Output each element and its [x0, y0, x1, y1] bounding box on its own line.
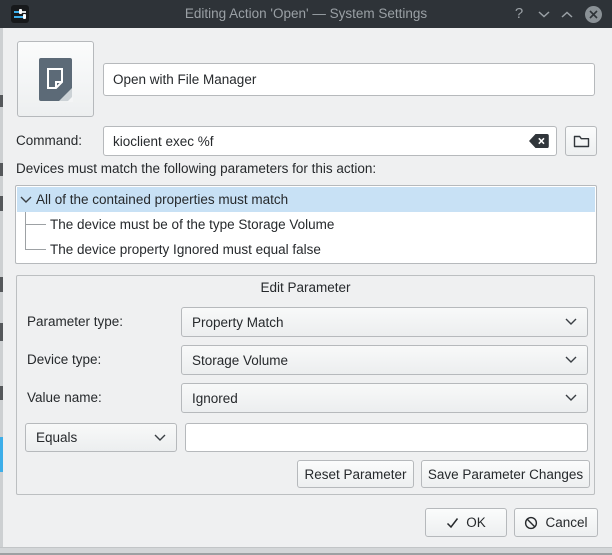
chevron-down-icon — [538, 11, 550, 18]
chevron-down-icon — [565, 318, 577, 326]
command-label: Command: — [16, 126, 82, 156]
devices-hint-text: Devices must match the following paramet… — [16, 161, 376, 176]
action-icon-button[interactable] — [17, 41, 94, 117]
value-input[interactable] — [185, 423, 588, 452]
minimize-button[interactable] — [533, 3, 555, 25]
titlebar[interactable]: Editing Action 'Open' — System Settings … — [0, 0, 612, 28]
ok-label: OK — [466, 515, 486, 530]
expander-chevron-down-icon[interactable] — [20, 196, 32, 204]
tree-root-label: All of the contained properties must mat… — [36, 187, 288, 212]
screen-edge-mark — [0, 277, 3, 292]
chevron-down-icon — [565, 394, 577, 402]
device-type-dropdown[interactable]: Storage Volume — [181, 345, 588, 375]
tree-branch-line — [25, 224, 46, 225]
screen-edge-accent — [0, 437, 3, 472]
value-name-label: Value name: — [27, 383, 102, 413]
operator-dropdown[interactable]: Equals — [25, 423, 177, 452]
screen-edge-mark — [0, 95, 3, 107]
ok-button[interactable]: OK — [425, 508, 507, 537]
tree-row-root[interactable]: All of the contained properties must mat… — [17, 187, 595, 212]
help-button[interactable]: ? — [508, 3, 530, 25]
document-icon — [39, 58, 72, 101]
command-input[interactable] — [103, 126, 557, 156]
help-icon: ? — [515, 3, 523, 25]
folder-icon — [573, 134, 590, 148]
screen-edge-mark — [0, 386, 3, 400]
tree-branch-line — [25, 249, 46, 250]
close-button[interactable] — [582, 3, 604, 25]
parameter-type-label: Parameter type: — [27, 307, 123, 337]
reset-parameter-label: Reset Parameter — [304, 467, 406, 482]
save-parameter-label: Save Parameter Changes — [428, 467, 583, 482]
action-name-input[interactable] — [103, 63, 595, 96]
tree-branch-line — [25, 212, 26, 250]
reset-parameter-button[interactable]: Reset Parameter — [297, 460, 414, 488]
checkmark-icon — [446, 517, 459, 529]
tree-row-child[interactable]: The device property Ignored must equal f… — [50, 237, 595, 262]
chevron-up-icon — [561, 11, 573, 18]
chevron-down-icon — [565, 356, 577, 364]
clear-text-icon[interactable] — [528, 133, 550, 149]
inner-page-icon — [46, 67, 65, 91]
cancel-icon — [524, 516, 538, 530]
tree-row-child[interactable]: The device must be of the type Storage V… — [50, 212, 595, 237]
device-type-value: Storage Volume — [192, 353, 288, 368]
tree-child-label: The device must be of the type Storage V… — [50, 217, 334, 232]
screen-edge-mark — [0, 163, 3, 176]
maximize-button[interactable] — [556, 3, 578, 25]
value-name-value: Ignored — [192, 391, 238, 406]
device-type-label: Device type: — [27, 345, 101, 375]
dialog-window: Editing Action 'Open' — System Settings … — [0, 0, 612, 555]
screen-edge-mark — [0, 323, 3, 341]
parameter-type-value: Property Match — [192, 315, 284, 330]
browse-file-button[interactable] — [565, 126, 597, 156]
screen-edge-mark — [0, 196, 3, 211]
value-name-dropdown[interactable]: Ignored — [181, 383, 588, 413]
tree-child-label: The device property Ignored must equal f… — [50, 242, 321, 257]
parameter-type-dropdown[interactable]: Property Match — [181, 307, 588, 337]
cancel-label: Cancel — [545, 515, 587, 530]
save-parameter-button[interactable]: Save Parameter Changes — [421, 460, 590, 488]
operator-value: Equals — [36, 430, 77, 445]
chevron-down-icon — [154, 434, 166, 442]
close-icon — [585, 6, 602, 23]
cancel-button[interactable]: Cancel — [514, 508, 598, 537]
groupbox-title: Edit Parameter — [16, 280, 595, 295]
parameters-tree[interactable]: All of the contained properties must mat… — [15, 185, 597, 264]
